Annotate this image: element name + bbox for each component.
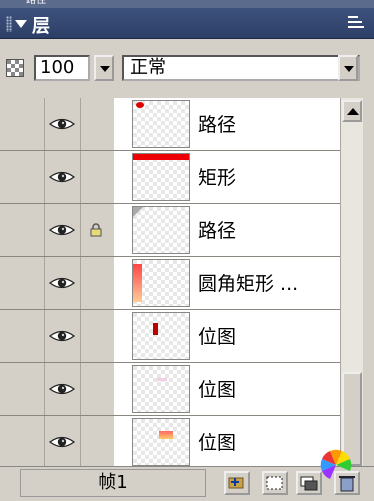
lock-icon xyxy=(90,223,102,237)
lock-toggle[interactable] xyxy=(80,151,115,203)
frame-selector[interactable]: 帧1 xyxy=(20,469,206,497)
layer-side-column xyxy=(0,363,45,415)
visibility-toggle[interactable] xyxy=(44,204,81,256)
blend-mode-dropdown-button[interactable] xyxy=(338,55,358,81)
layer-row[interactable]: 位图 xyxy=(0,310,340,363)
layers-footer: 帧1 xyxy=(0,449,374,501)
layer-thumbnail xyxy=(132,259,190,307)
layer-name: 路径 xyxy=(198,114,237,136)
layer-scrollbar[interactable] xyxy=(340,98,363,466)
layer-thumbnail xyxy=(132,153,190,201)
new-layer-icon xyxy=(266,476,283,490)
layer-row[interactable]: 圆角矩形 ... xyxy=(0,257,340,310)
layer-side-column xyxy=(0,151,45,203)
layer-side-column xyxy=(0,204,45,256)
blend-mode-select[interactable]: 正常 xyxy=(122,55,360,81)
layer-list: 路径 矩形 路径 圆角矩形 ... 位图 位图 位图 xyxy=(0,98,340,466)
lock-toggle[interactable] xyxy=(80,310,115,362)
layer-name: 路径 xyxy=(198,220,237,242)
visibility-toggle[interactable] xyxy=(44,98,81,150)
drag-grip-icon[interactable] xyxy=(6,16,12,32)
layer-main[interactable]: 矩形 xyxy=(114,151,340,203)
layer-name: 圆角矩形 ... xyxy=(198,273,299,295)
eye-icon xyxy=(49,383,75,395)
scroll-up-button[interactable] xyxy=(342,100,362,122)
layer-row[interactable]: 位图 xyxy=(0,363,340,416)
eye-icon xyxy=(49,224,75,236)
layer-side-column xyxy=(0,98,45,150)
previous-panel-title: 路径 xyxy=(26,0,46,6)
new-sublayer-button[interactable] xyxy=(224,471,250,495)
layer-row[interactable]: 位图 xyxy=(0,416,340,466)
layer-main[interactable]: 位图 xyxy=(114,310,340,362)
new-sublayer-icon xyxy=(228,477,244,489)
eye-icon xyxy=(49,436,75,448)
opacity-input[interactable]: 100 xyxy=(34,55,90,81)
visibility-toggle[interactable] xyxy=(44,310,81,362)
lock-toggle[interactable] xyxy=(80,257,115,309)
panel-options-menu-icon[interactable] xyxy=(348,16,364,30)
layer-thumbnail xyxy=(132,365,190,413)
eye-icon xyxy=(49,330,75,342)
layer-side-column xyxy=(0,416,45,466)
visibility-toggle[interactable] xyxy=(44,416,81,466)
layer-name: 位图 xyxy=(198,326,237,348)
panel-title: 层 xyxy=(32,16,50,37)
layer-main[interactable]: 路径 xyxy=(114,98,340,150)
lock-toggle[interactable] xyxy=(80,204,115,256)
layers-panel-titlebar[interactable]: 层 xyxy=(0,8,374,39)
eye-icon xyxy=(49,277,75,289)
layer-name: 位图 xyxy=(198,432,237,454)
layer-row[interactable]: 路径 xyxy=(0,98,340,151)
lock-toggle[interactable] xyxy=(80,416,115,466)
layer-row[interactable]: 路径 xyxy=(0,204,340,257)
layer-options-bar: 100 正常 xyxy=(0,39,374,96)
previous-panel-strip: 路径 xyxy=(0,0,374,8)
layer-main[interactable]: 路径 xyxy=(114,204,340,256)
eye-icon xyxy=(49,171,75,183)
layer-thumbnail xyxy=(132,206,190,254)
visibility-toggle[interactable] xyxy=(44,363,81,415)
visibility-toggle[interactable] xyxy=(44,257,81,309)
opacity-dropdown-button[interactable] xyxy=(94,55,114,81)
layer-name: 位图 xyxy=(198,379,237,401)
layer-main[interactable]: 圆角矩形 ... xyxy=(114,257,340,309)
layer-side-column xyxy=(0,310,45,362)
layer-thumbnail xyxy=(132,418,190,466)
lock-toggle[interactable] xyxy=(80,98,115,150)
layer-side-column xyxy=(0,257,45,309)
new-layer-button[interactable] xyxy=(262,471,288,495)
visibility-toggle[interactable] xyxy=(44,151,81,203)
eye-icon xyxy=(49,118,75,130)
layer-name: 矩形 xyxy=(198,167,237,189)
opacity-checker-icon xyxy=(6,59,24,77)
layer-thumbnail xyxy=(132,100,190,148)
layer-thumbnail xyxy=(132,312,190,360)
watermark-logo xyxy=(320,449,352,479)
lock-toggle[interactable] xyxy=(80,363,115,415)
collapse-triangle-icon[interactable] xyxy=(15,20,27,28)
layer-main[interactable]: 位图 xyxy=(114,363,340,415)
layer-row[interactable]: 矩形 xyxy=(0,151,340,204)
